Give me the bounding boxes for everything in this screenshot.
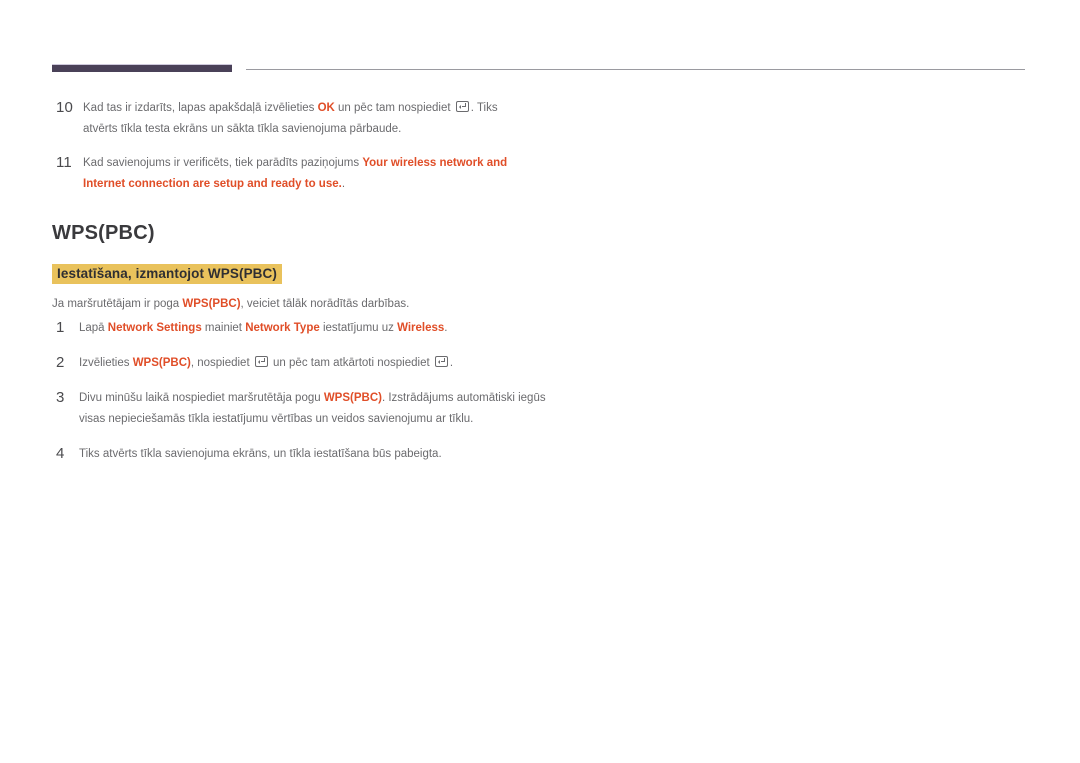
enter-key-icon <box>254 356 268 367</box>
header-rule-thick <box>52 64 232 72</box>
step-text: Divu minūšu laikā nospiediet maršrutētāj… <box>79 392 546 425</box>
document-page: 10 Kad tas ir izdarīts, lapas apakšdaļā i… <box>0 0 1080 763</box>
step-item: 11 Kad savienojums ir verificēts, tiek pa… <box>56 153 1080 195</box>
step-item: 3 Divu minūšu laikā nospiediet maršrutētā… <box>56 388 1080 430</box>
emphasis-text: Wireless <box>397 322 445 334</box>
section-intro: Ja maršrutētājam ir poga WPS(PBC), veici… <box>52 298 410 310</box>
step-list-top: 10 Kad tas ir izdarīts, lapas apakšdaļā i… <box>56 98 1080 195</box>
step-number: 3 <box>56 389 65 406</box>
emphasis-text: WPS(PBC) <box>323 392 382 404</box>
step-list-bottom: 1 Lapā Network Settings mainiet Network T… <box>56 318 1080 465</box>
emphasis-text: Network Type <box>245 322 320 334</box>
step-text: Kad tas ir izdarīts, lapas apakšdaļā izv… <box>83 101 498 135</box>
header-rule-thin <box>246 69 1025 70</box>
step-number: 1 <box>56 319 65 336</box>
step-number: 4 <box>56 445 65 462</box>
emphasis-text: WPS(PBC) <box>132 357 191 369</box>
step-text: Izvēlieties WPS(PBC), nospiediet un pēc … <box>79 356 454 369</box>
section-title: WPS(PBC) <box>52 222 155 244</box>
step-item: 4 Tiks atvērts tīkla savienojuma ekrāns, … <box>56 444 1080 465</box>
emphasis-text: Your wireless network and Internet conne… <box>83 157 508 190</box>
enter-key-icon <box>434 356 448 367</box>
step-number: 10 <box>56 99 74 116</box>
step-item: 10 Kad tas ir izdarīts, lapas apakšdaļā i… <box>56 98 1080 140</box>
step-number: 11 <box>56 154 72 171</box>
emphasis-text: OK <box>317 102 335 114</box>
step-text: Lapā Network Settings mainiet Network Ty… <box>79 322 448 334</box>
step-text: Tiks atvērts tīkla savienojuma ekrāns, u… <box>79 448 442 460</box>
emphasis-text: WPS(PBC) <box>182 298 241 310</box>
step-item: 1 Lapā Network Settings mainiet Network T… <box>56 318 1080 339</box>
section-subtitle: Iestatīšana, izmantojot WPS(PBC) <box>52 264 282 284</box>
enter-key-icon <box>455 101 469 112</box>
step-item: 2 Izvēlieties WPS(PBC), nospiediet un pēc… <box>56 353 1080 374</box>
header-divider <box>0 64 1080 76</box>
step-number: 2 <box>56 354 65 371</box>
emphasis-text: Network Settings <box>107 322 202 334</box>
step-text: Kad savienojums ir verificēts, tiek parā… <box>83 157 508 190</box>
